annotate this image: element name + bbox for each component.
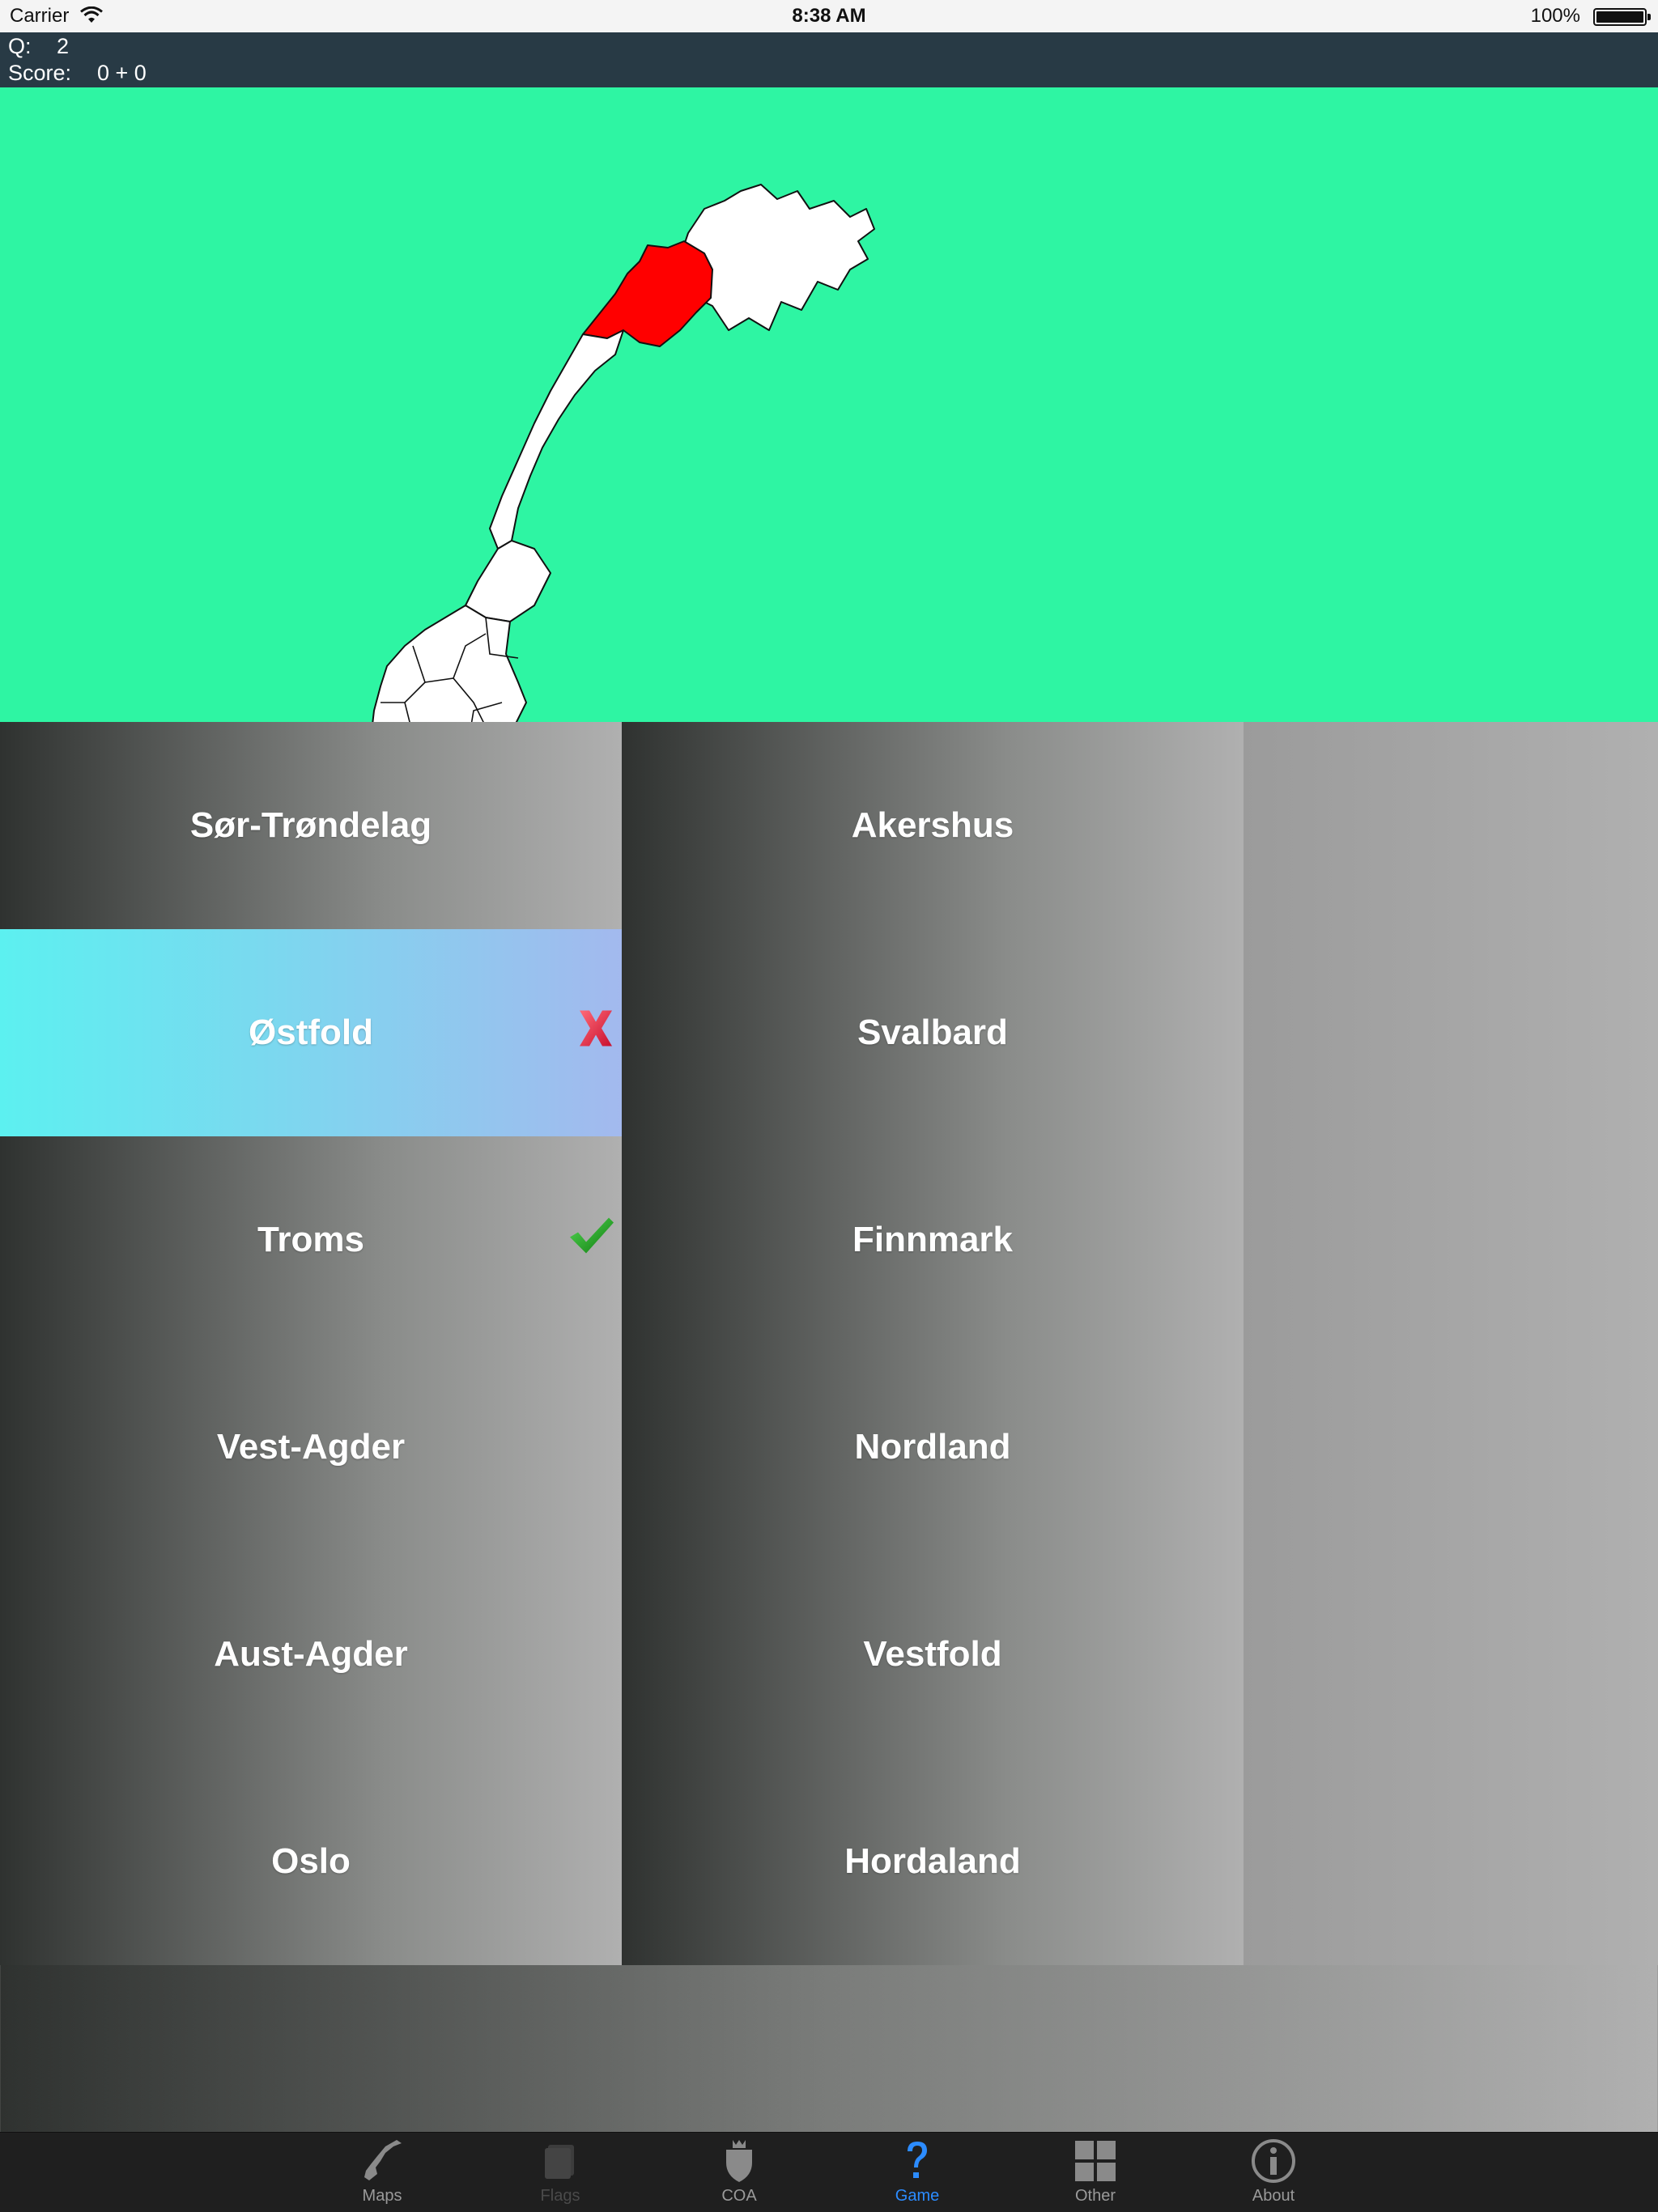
norway-map-icon	[359, 2138, 405, 2184]
tab-flags[interactable]: Flags	[500, 2133, 621, 2212]
grid-icon	[1073, 2138, 1118, 2184]
answer-button-12[interactable]: Hordaland	[622, 1758, 1244, 1965]
flag-book-icon	[538, 2138, 583, 2184]
tab-other[interactable]: Other	[1035, 2133, 1156, 2212]
answer-label: Nordland	[854, 1427, 1011, 1467]
answer-button-3[interactable]: Østfold	[0, 929, 622, 1136]
region-south	[372, 605, 527, 722]
answer-label: Hordaland	[844, 1841, 1021, 1881]
score-row: Score: 0 + 0	[8, 61, 147, 86]
clock: 8:38 AM	[792, 5, 866, 27]
answer-label: Finnmark	[852, 1220, 1014, 1259]
answer-button-9[interactable]: Aust-Agder	[0, 1551, 622, 1758]
norway-map	[372, 184, 875, 722]
tab-label: Game	[895, 2187, 940, 2205]
battery-percent: 100%	[1530, 5, 1580, 27]
answer-label: Oslo	[271, 1841, 351, 1881]
answer-button-10[interactable]: Vestfold	[622, 1551, 1244, 1758]
question-label: Q:	[8, 34, 32, 58]
info-icon	[1251, 2138, 1296, 2184]
tab-about[interactable]: About	[1213, 2133, 1334, 2212]
region-nordland	[489, 329, 624, 550]
tab-label: COA	[721, 2187, 757, 2205]
question-row: Q: 2	[8, 34, 69, 59]
question-number: 2	[57, 34, 70, 58]
answer-button-2[interactable]: Akershus	[622, 722, 1244, 929]
tab-bar: Maps Flags COA Game Other About	[0, 2132, 1658, 2212]
answer-label: Vestfold	[863, 1634, 1002, 1674]
answer-button-5[interactable]: Troms	[0, 1136, 622, 1344]
score-header: Q: 2 Score: 0 + 0	[0, 32, 1658, 87]
tab-coa[interactable]: COA	[678, 2133, 800, 2212]
answer-button-7[interactable]: Vest-Agder	[0, 1344, 622, 1551]
answer-label: Svalbard	[857, 1013, 1008, 1052]
score-label: Score:	[8, 61, 72, 85]
tab-label: Flags	[540, 2187, 580, 2205]
score-value: 0 + 0	[97, 61, 147, 85]
answer-label: Akershus	[851, 805, 1014, 845]
side-panel	[1244, 722, 1658, 1965]
answer-button-4[interactable]: Svalbard	[622, 929, 1244, 1136]
tab-label: Other	[1074, 2187, 1116, 2205]
wrong-x-icon	[576, 1008, 615, 1059]
answer-label: Østfold	[249, 1013, 373, 1052]
question-mark-icon	[895, 2138, 940, 2184]
correct-check-icon	[568, 1216, 615, 1264]
tab-game[interactable]: Game	[857, 2133, 978, 2212]
status-bar: Carrier 8:38 AM 100%	[0, 0, 1658, 32]
answer-button-8[interactable]: Nordland	[622, 1344, 1244, 1551]
tab-label: Maps	[362, 2187, 402, 2205]
tab-maps[interactable]: Maps	[321, 2133, 443, 2212]
shield-crown-icon	[716, 2138, 762, 2184]
answer-button-1[interactable]: Sør-Trøndelag	[0, 722, 622, 929]
answer-grid: Sør-Trøndelag Akershus Østfold Svalbard …	[0, 722, 1244, 1965]
answer-label: Sør-Trøndelag	[189, 805, 432, 845]
answer-label: Vest-Agder	[216, 1427, 406, 1467]
region-trondelag	[465, 540, 551, 622]
map-area	[0, 87, 1658, 722]
answer-button-6[interactable]: Finnmark	[622, 1136, 1244, 1344]
tab-label: About	[1252, 2187, 1295, 2205]
battery-icon	[1593, 8, 1651, 26]
answer-label: Aust-Agder	[214, 1634, 408, 1674]
region-troms	[582, 240, 713, 347]
answer-button-11[interactable]: Oslo	[0, 1758, 622, 1965]
answer-label: Troms	[257, 1220, 365, 1259]
